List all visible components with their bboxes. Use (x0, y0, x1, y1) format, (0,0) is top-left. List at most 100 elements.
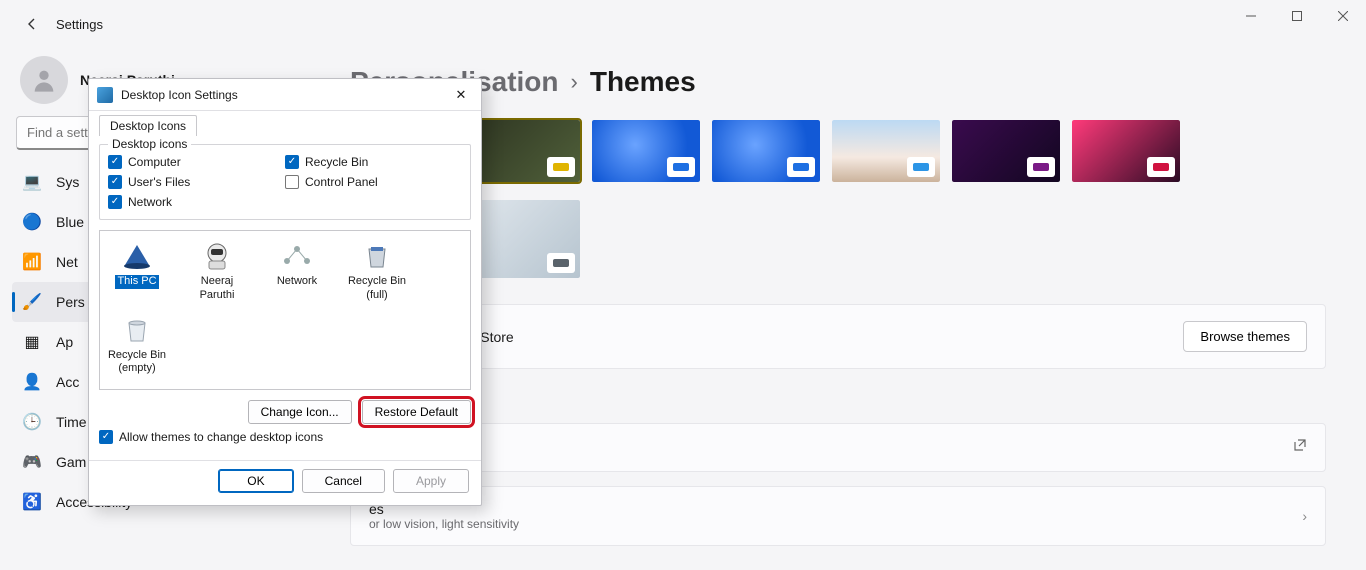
theme-accent-badge (907, 157, 935, 177)
ok-button[interactable]: OK (218, 469, 293, 493)
nav-label: Acc (56, 374, 79, 390)
icon-label-sub: (full) (366, 289, 387, 303)
external-link-icon (1293, 438, 1307, 457)
nav-label: Ap (56, 334, 73, 350)
checkbox-icon (285, 155, 299, 169)
dialog-title: Desktop Icon Settings (121, 88, 441, 102)
close-icon (1338, 11, 1348, 21)
close-button[interactable] (1320, 0, 1366, 32)
icon-glyph (119, 241, 155, 271)
person-icon (30, 66, 58, 94)
theme-tile[interactable] (950, 118, 1062, 184)
breadcrumb-current: Themes (590, 66, 696, 98)
icon-label-sub: (empty) (118, 362, 155, 376)
checkbox-computer[interactable]: Computer (108, 155, 285, 169)
theme-accent-badge (787, 157, 815, 177)
desktop-icon-neeraj-paruthi[interactable]: Neeraj Paruthi (186, 241, 248, 303)
checkbox-icon (99, 430, 113, 444)
nav-label: Time (56, 414, 87, 430)
icon-preview-panel: This PCNeeraj ParuthiNetworkRecycle Bin(… (99, 230, 471, 390)
nav-icon: 🔵 (22, 212, 42, 232)
checkbox-label: User's Files (128, 175, 190, 189)
window-title: Settings (56, 17, 103, 32)
nav-icon: 🎮 (22, 452, 42, 472)
checkbox-network[interactable]: Network (108, 195, 285, 209)
breadcrumb: Personalisation › Themes (350, 48, 1326, 118)
nav-label: Net (56, 254, 78, 270)
related-settings-label: ettings (350, 397, 1326, 413)
theme-accent-badge (667, 157, 695, 177)
theme-tile[interactable] (590, 118, 702, 184)
nav-label: Gam (56, 454, 86, 470)
icon-glyph (199, 241, 235, 271)
nav-icon: 💻 (22, 172, 42, 192)
theme-tile[interactable] (710, 118, 822, 184)
tab-desktop-icons[interactable]: Desktop Icons (99, 115, 197, 136)
nav-icon: ▦ (22, 332, 42, 352)
nav-label: Pers (56, 294, 85, 310)
dialog-icon (97, 87, 113, 103)
nav-icon: 🕒 (22, 412, 42, 432)
restore-default-button[interactable]: Restore Default (362, 400, 471, 424)
minimize-icon (1246, 11, 1256, 21)
checkbox-label: Recycle Bin (305, 155, 368, 169)
icon-label: Recycle Bin (108, 349, 166, 363)
checkbox-label: Control Panel (305, 175, 378, 189)
minimize-button[interactable] (1228, 0, 1274, 32)
theme-tile[interactable] (470, 118, 582, 184)
checkbox-control-panel[interactable]: Control Panel (285, 175, 462, 189)
checkbox-recycle-bin[interactable]: Recycle Bin (285, 155, 462, 169)
theme-tile[interactable] (830, 118, 942, 184)
dialog-close-button[interactable]: ✕ (449, 83, 473, 107)
checkbox-users-files[interactable]: User's Files (108, 175, 285, 189)
checkbox-icon (108, 155, 122, 169)
nav-label: Blue (56, 214, 84, 230)
icon-label: Neeraj Paruthi (186, 275, 248, 303)
desktop-icon-settings-row[interactable] (350, 423, 1326, 472)
icon-glyph (119, 315, 155, 345)
store-themes-row: es from Microsoft Store Browse themes (350, 304, 1326, 369)
theme-accent-badge (547, 253, 575, 273)
checkbox-icon (285, 175, 299, 189)
group-label: Desktop icons (108, 137, 191, 151)
apply-button[interactable]: Apply (393, 469, 469, 493)
contrast-themes-sub: or low vision, light sensitivity (369, 517, 519, 531)
contrast-themes-row[interactable]: es or low vision, light sensitivity › (350, 486, 1326, 546)
desktop-icon-recycle-bin-full-[interactable]: Recycle Bin(full) (346, 241, 408, 303)
change-icon-button[interactable]: Change Icon... (248, 400, 352, 424)
theme-accent-badge (1027, 157, 1055, 177)
nav-icon: 👤 (22, 372, 42, 392)
avatar (20, 56, 68, 104)
chevron-right-icon: › (571, 69, 578, 95)
nav-icon: 📶 (22, 252, 42, 272)
nav-icon: ♿ (22, 492, 42, 512)
checkbox-label: Network (128, 195, 172, 209)
maximize-button[interactable] (1274, 0, 1320, 32)
desktop-icon-this-pc[interactable]: This PC (106, 241, 168, 303)
theme-accent-badge (1147, 157, 1175, 177)
cancel-button[interactable]: Cancel (302, 469, 385, 493)
desktop-icon-recycle-bin-empty-[interactable]: Recycle Bin(empty) (106, 315, 168, 377)
arrow-left-icon (24, 16, 40, 32)
icon-label: Recycle Bin (348, 275, 406, 289)
theme-tile[interactable] (470, 198, 582, 280)
desktop-icon-network[interactable]: Network (266, 241, 328, 303)
desktop-icons-group: Desktop icons ComputerRecycle BinUser's … (99, 144, 471, 220)
desktop-icon-settings-dialog: Desktop Icon Settings ✕ Desktop Icons De… (88, 78, 482, 506)
chevron-right-icon: › (1302, 508, 1307, 524)
theme-grid (350, 118, 1326, 184)
icon-glyph (359, 241, 395, 271)
allow-themes-label: Allow themes to change desktop icons (119, 430, 323, 444)
nav-icon: 🖌️ (22, 292, 42, 312)
back-button[interactable] (16, 8, 48, 40)
allow-themes-checkbox[interactable]: Allow themes to change desktop icons (99, 430, 471, 444)
icon-glyph (279, 241, 315, 271)
checkbox-label: Computer (128, 155, 181, 169)
maximize-icon (1292, 11, 1302, 21)
checkbox-icon (108, 175, 122, 189)
theme-accent-badge (547, 157, 575, 177)
theme-tile[interactable] (1070, 118, 1182, 184)
browse-themes-button[interactable]: Browse themes (1183, 321, 1307, 352)
nav-label: Sys (56, 174, 79, 190)
icon-label: This PC (115, 275, 158, 289)
